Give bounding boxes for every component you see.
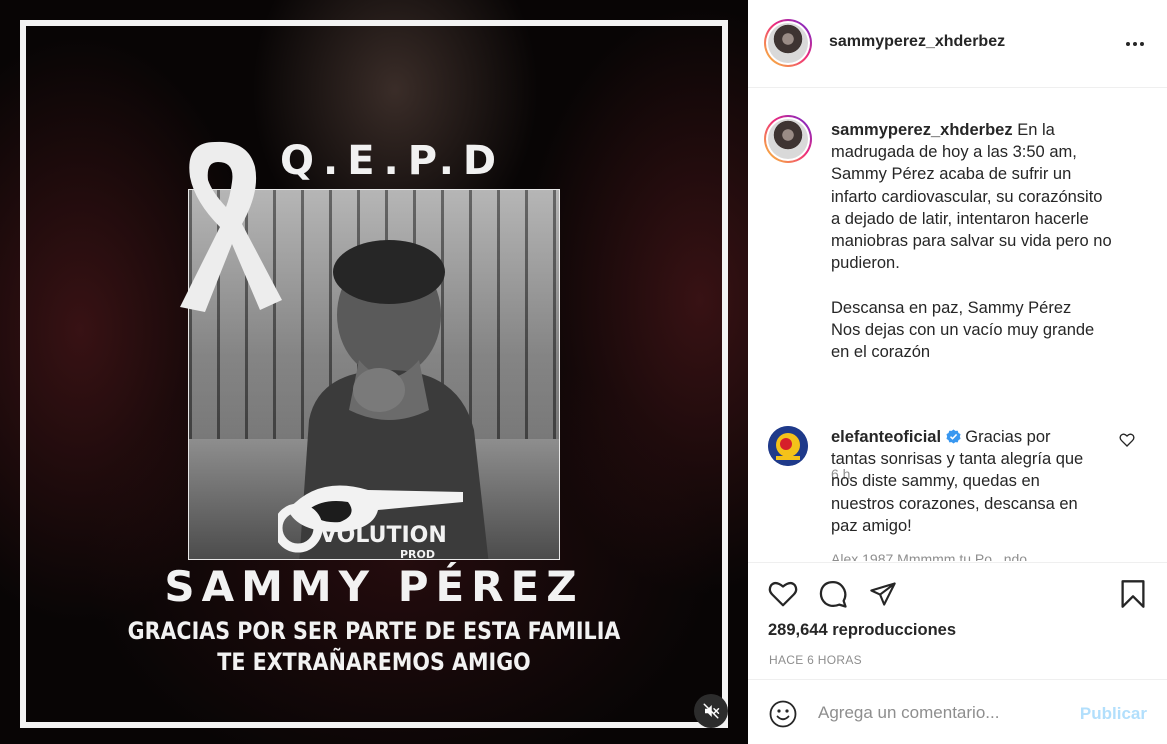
- emoji-smile-icon[interactable]: [768, 699, 798, 729]
- caption-line: Nos dejas con un vacío muy grande: [831, 320, 1095, 339]
- author-avatar[interactable]: [764, 19, 812, 67]
- post-time-ago[interactable]: HACE 6 HORAS: [769, 653, 862, 667]
- speaker-muted-icon: [703, 703, 720, 719]
- comment-line: paz amigo!: [831, 516, 912, 535]
- caption-line: en el corazón: [831, 343, 931, 362]
- caption-line: Sammy Pérez acaba de sufrir un: [831, 165, 1072, 184]
- more-horizontal-icon: [1126, 42, 1144, 46]
- comment-line: tantas sonrisas y tanta alegría que: [831, 450, 1084, 469]
- elefante-logo-icon: [768, 426, 808, 466]
- mute-toggle-button[interactable]: [694, 694, 728, 728]
- caption-line: En la: [1017, 121, 1055, 139]
- comment-like-heart-icon[interactable]: [1119, 432, 1135, 448]
- verified-badge-icon: [946, 429, 961, 444]
- memorial-line-1: GRACIAS POR SER PARTE DE ESTA FAMILIA: [127, 617, 621, 645]
- logo-text: VOLUTION: [320, 523, 447, 548]
- author-username[interactable]: sammyperez_xhderbez: [829, 33, 1005, 51]
- more-options-button[interactable]: [1123, 34, 1147, 54]
- comment-button[interactable]: [816, 577, 850, 611]
- caption-author-avatar[interactable]: [764, 115, 812, 163]
- publish-comment-button[interactable]: Publicar: [1080, 704, 1147, 724]
- post-details-panel: sammyperez_xhderbez sammyperez_xhderbez …: [748, 0, 1167, 744]
- white-ribbon-icon: [180, 141, 282, 312]
- comment-line: nos diste sammy, quedas en: [831, 472, 1040, 491]
- share-button[interactable]: [866, 577, 900, 611]
- comment-bubble-icon: [819, 581, 847, 608]
- next-comment-preview: Alex 1987 Mmmmm tu Po...ndo: [831, 551, 1028, 561]
- comment-username[interactable]: elefanteoficial: [831, 428, 941, 446]
- caption-line: infarto cardiovascular, su corazónsito: [831, 187, 1103, 206]
- post-media[interactable]: Q.E.P.D VOLUTION PROD SAMMY PÉREZ GRACIA…: [0, 0, 748, 744]
- caption-line: Descansa en paz, Sammy Pérez: [831, 298, 1072, 317]
- logo-subtext: PROD: [400, 548, 435, 560]
- post-header: sammyperez_xhderbez: [748, 0, 1167, 88]
- heart-icon: [768, 581, 798, 607]
- caption-line: a dejado de latir, intentaron hacerle: [831, 209, 1089, 228]
- memorial-line-2: TE EXTRAÑAREMOS AMIGO: [217, 648, 531, 676]
- comment-text: elefanteoficial Gracias por tantas sonri…: [831, 426, 1113, 537]
- paper-plane-icon: [870, 582, 896, 606]
- caption-line: maniobras para salvar su vida pero no: [831, 232, 1112, 251]
- caption-username[interactable]: sammyperez_xhderbez: [831, 121, 1013, 139]
- save-button[interactable]: [1116, 577, 1150, 611]
- post-actions: 289,644 reproducciones HACE 6 HORAS: [748, 562, 1167, 679]
- caption-line: pudieron.: [831, 254, 900, 273]
- like-button[interactable]: [766, 577, 800, 611]
- comment-input[interactable]: [818, 698, 1068, 728]
- qepd-title: Q.E.P.D: [280, 138, 506, 184]
- comment-line: nuestros corazones, descansa en: [831, 494, 1078, 513]
- evolution-guitar-logo: VOLUTION PROD: [278, 485, 463, 560]
- comment-line: Gracias por: [965, 428, 1051, 446]
- caption-line: madrugada de hoy a las 3:50 am,: [831, 143, 1077, 162]
- view-count[interactable]: 289,644 reproducciones: [768, 621, 956, 640]
- comments-list[interactable]: sammyperez_xhderbez En la madrugada de h…: [748, 89, 1167, 561]
- commenter-avatar[interactable]: [768, 426, 808, 466]
- bookmark-icon: [1121, 580, 1145, 608]
- caption-text: sammyperez_xhderbez En la madrugada de h…: [831, 119, 1141, 363]
- add-comment-bar: Publicar: [748, 679, 1167, 744]
- memorial-name: SAMMY PÉREZ: [164, 562, 584, 611]
